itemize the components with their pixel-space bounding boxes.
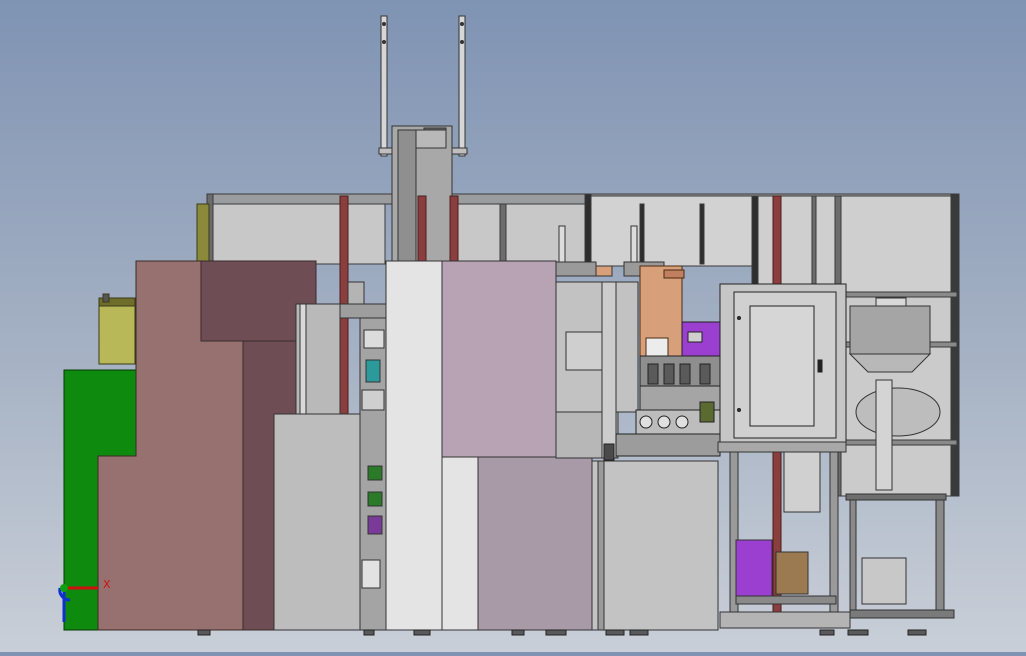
- machine-assembly-drawing: X: [58, 15, 960, 636]
- guard-box: [555, 281, 639, 459]
- cad-viewport[interactable]: X: [0, 0, 1026, 652]
- lower-right-frame: [717, 441, 851, 629]
- olive-hopper: [98, 293, 136, 365]
- olive-side-panel: [196, 203, 210, 265]
- x-axis-label: X: [103, 578, 111, 591]
- cabinet-door-handle[interactable]: [818, 360, 822, 372]
- machine-feet: [197, 629, 927, 636]
- copper-plate-assembly: [639, 265, 685, 357]
- electrical-cabinet: [719, 283, 847, 443]
